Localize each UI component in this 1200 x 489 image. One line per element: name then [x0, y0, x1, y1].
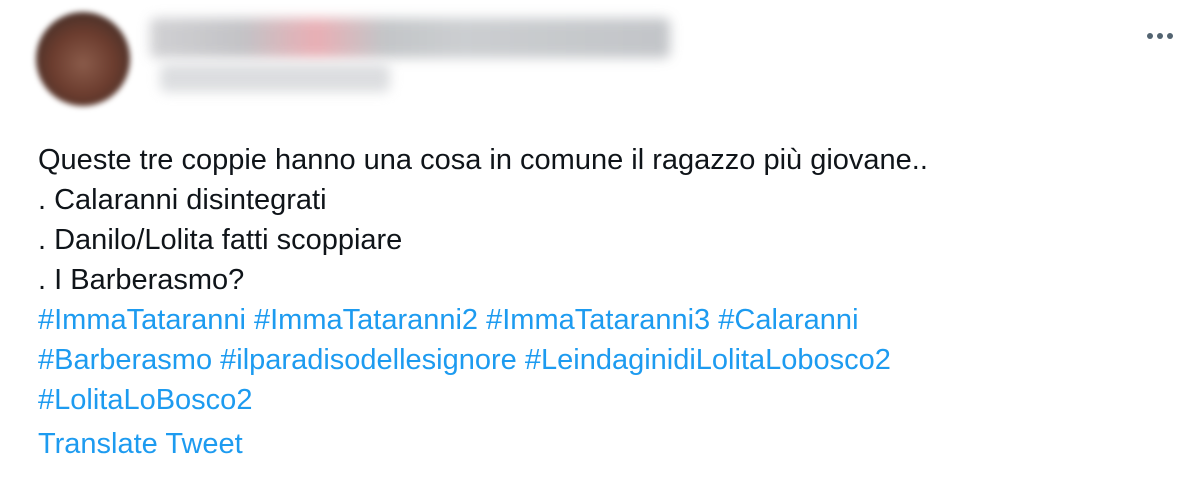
more-options-button[interactable]: [1138, 24, 1182, 48]
author-name-blurred[interactable]: [150, 18, 670, 58]
hashtag-link[interactable]: #ImmaTataranni: [38, 304, 246, 336]
avatar[interactable]: [36, 12, 130, 106]
author-handle-blurred: [160, 64, 390, 92]
hashtag-link[interactable]: #ImmaTataranni2: [254, 304, 478, 336]
hashtag-line: #Barberasmo #ilparadisodellesignore #Lei…: [38, 340, 1188, 380]
hashtag-link[interactable]: #ImmaTataranni3: [486, 304, 710, 336]
tweet-card: Queste tre coppie hanno una cosa in comu…: [0, 0, 1200, 489]
tweet-text-line: . Calaranni disintegrati: [38, 184, 327, 216]
more-horizontal-icon: [1157, 33, 1163, 39]
hashtag-link[interactable]: #Barberasmo: [38, 344, 212, 376]
hashtag-line: #ImmaTataranni #ImmaTataranni2 #ImmaTata…: [38, 300, 1188, 340]
hashtag-link[interactable]: #LeindaginidiLolitaLobosco2: [525, 344, 891, 376]
tweet-text-line: Queste tre coppie hanno una cosa in comu…: [38, 144, 928, 176]
tweet-text-line: . Danilo/Lolita fatti scoppiare: [38, 224, 403, 256]
tweet-text-line: . I Barberasmo?: [38, 264, 245, 296]
tweet-text: Queste tre coppie hanno una cosa in comu…: [38, 140, 1188, 464]
hashtag-link[interactable]: #Calaranni: [718, 304, 858, 336]
hashtag-line: #LolitaLoBosco2: [38, 380, 1188, 420]
more-horizontal-icon: [1147, 33, 1153, 39]
more-horizontal-icon: [1167, 33, 1173, 39]
hashtag-link[interactable]: #LolitaLoBosco2: [38, 384, 252, 416]
hashtag-link[interactable]: #ilparadisodellesignore: [220, 344, 517, 376]
translate-tweet-link[interactable]: Translate Tweet: [38, 424, 1188, 464]
